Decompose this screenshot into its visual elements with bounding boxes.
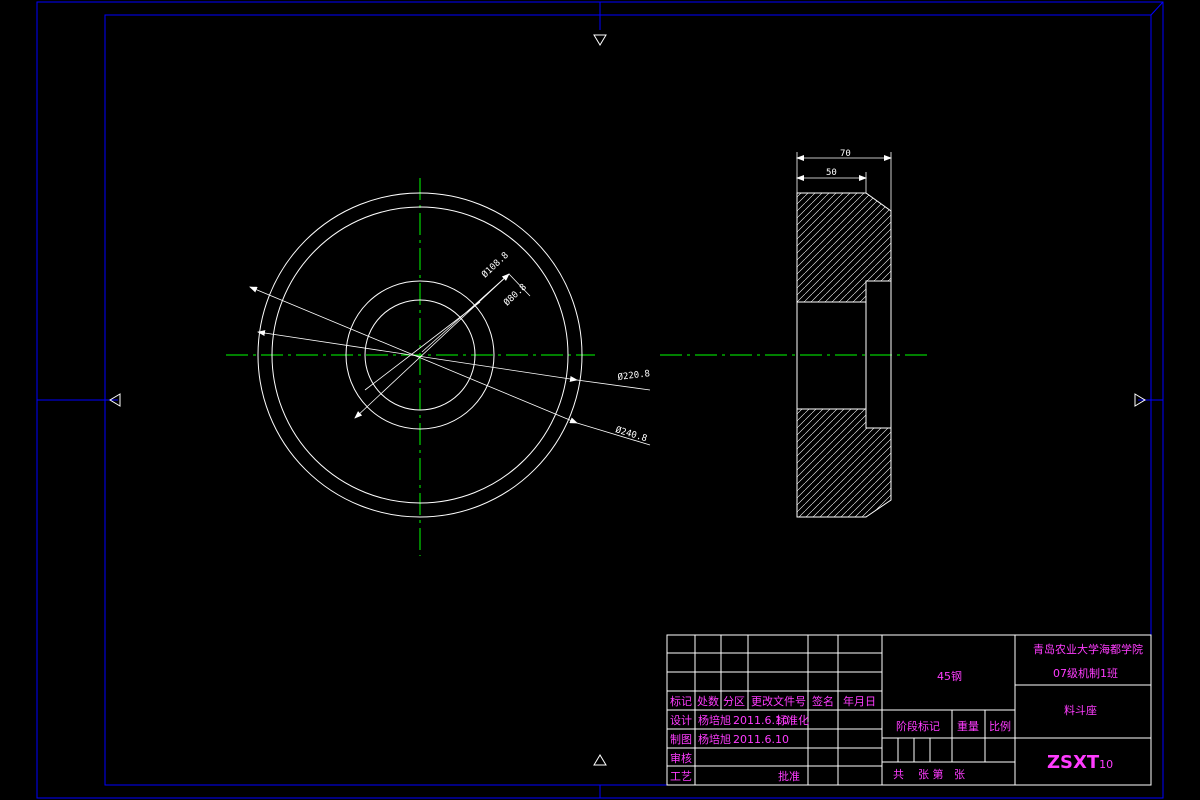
dim-d220: Ø220.8: [617, 368, 651, 383]
section-top-hatch: [796, 192, 892, 303]
design-label: 设计: [670, 714, 692, 727]
header-signature: 签名: [812, 694, 834, 708]
centerlines: [226, 178, 595, 556]
title-block: 标记 处数 分区 更改文件号 签名 年月日 设计 杨培旭 2011.6.10 标…: [666, 634, 1152, 786]
drawing-name: 杨培旭: [698, 732, 731, 746]
header-date: 年月日: [843, 694, 876, 708]
drawing-label: 制图: [670, 733, 692, 746]
front-view: Ø108.8 Ø80.8 Ø220.8 Ø240.8: [226, 178, 651, 556]
sheet-border: [36, 1, 1164, 799]
scale-label: 比例: [989, 719, 1011, 733]
dim-d80: Ø80.8: [502, 282, 529, 309]
school-line2: 07级机制1班: [1053, 666, 1118, 680]
header-zone: 分区: [723, 695, 745, 708]
drawing-date: 2011.6.10: [733, 733, 789, 746]
process-label: 工艺: [670, 770, 692, 783]
dim-d108: Ø108.8: [480, 250, 511, 280]
dim-d240: Ø240.8: [614, 424, 648, 444]
sheet-orientation-arrows: [109, 34, 1146, 766]
dim-width-70: 70: [840, 149, 851, 159]
material: 45钢: [937, 670, 962, 683]
review-label: 审核: [670, 751, 692, 765]
weight-label: 重量: [957, 719, 979, 733]
drawing-code-main: ZSXT: [1047, 752, 1100, 773]
header-change-doc: 更改文件号: [751, 694, 806, 708]
part-name: 料斗座: [1064, 703, 1097, 717]
drawing-code-sub: 10: [1099, 758, 1113, 771]
section-bottom-hatch: [796, 408, 892, 518]
drawing-code: ZSXT10: [1047, 752, 1113, 773]
school-line1: 青岛农业大学海都学院: [1033, 642, 1143, 656]
cad-drawing: Ø108.8 Ø80.8 Ø220.8 Ø240.8 70 50 标记 处数 分…: [36, 1, 1164, 799]
standardize-label: 标准化: [776, 713, 809, 727]
header-mark: 标记: [670, 694, 692, 708]
dim-width-50: 50: [826, 168, 837, 178]
leader-lines: [249, 273, 651, 446]
design-name: 杨培旭: [698, 713, 731, 727]
sheet-info: 共 张 第 张: [893, 767, 965, 781]
side-section-view: 70 50: [660, 149, 930, 518]
header-count: 处数: [697, 695, 719, 708]
stage-mark-label: 阶段标记: [896, 719, 940, 733]
approve-label: 批准: [778, 769, 800, 783]
